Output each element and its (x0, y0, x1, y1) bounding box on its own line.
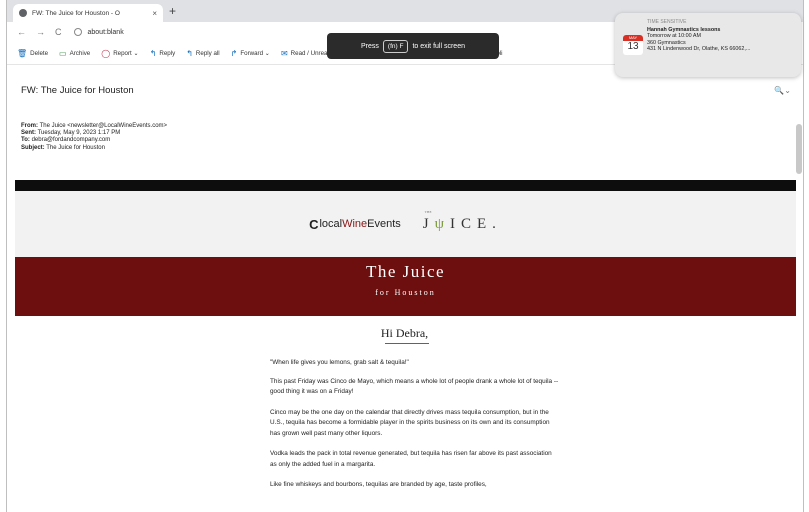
fullscreen-hint-key: (fn) F (382, 39, 409, 53)
newsletter-top-bar (15, 180, 796, 191)
toolbar-label: Archive (69, 50, 91, 57)
to-value: debra@fordandcompany.com (31, 137, 111, 144)
toolbar-report-button[interactable]: ◯ Report ⌄ (101, 49, 138, 58)
sent-label: Sent: (21, 130, 36, 137)
calendar-icon: MAY 13 (623, 35, 643, 55)
trash-icon: 🗑 (17, 49, 28, 58)
the-juice-logo: THE JψICE. (422, 209, 502, 232)
greeting-divider (385, 343, 429, 344)
scrollbar[interactable] (796, 124, 802, 174)
forward-icon: ↱ (230, 49, 238, 58)
greeting: Hi Debra, (380, 326, 429, 340)
toolbar-label: Report ⌄ (113, 50, 139, 57)
body-paragraph: This past Friday was Cinco de Mayo, whic… (270, 377, 559, 396)
report-icon: ◯ (101, 49, 111, 58)
from-value: The Juice <newsletter@LocalWineEvents.co… (39, 123, 168, 129)
forward-icon[interactable]: → (36, 27, 45, 37)
to-label: To: (21, 137, 30, 144)
toolbar-label: Forward ⌄ (240, 50, 270, 57)
zoom-icon[interactable]: 🔍⌄ (774, 86, 791, 95)
notification-kind: TIME SENSITIVE (647, 19, 687, 25)
calendar-notification[interactable]: MAY 13 TIME SENSITIVE Hannah Gymnastics … (615, 13, 801, 77)
browser-tab[interactable]: FW: The Juice for Houston - O × (13, 4, 163, 22)
tab-close-icon[interactable]: × (152, 9, 157, 18)
notification-address: 431 N Lindenwood Dr, Olathe, KS 66062,..… (647, 46, 751, 52)
body-paragraph: Like fine whiskeys and bourbons, tequila… (270, 481, 487, 488)
toolbar-reply-all-button[interactable]: ↰ Reply all (186, 49, 219, 58)
fullscreen-hint-before: Press (361, 42, 379, 50)
toolbar-reply-button[interactable]: ↰ Reply (150, 49, 176, 58)
newsletter-banner: The Juice for Houston (15, 257, 796, 316)
from-label: From: (21, 123, 38, 129)
message-header: From: The Juice <newsletter@LocalWineEve… (21, 123, 167, 152)
sent-value: Tuesday, May 9, 2023 1:17 PM (37, 130, 121, 137)
toolbar-label: Read / Unread (290, 50, 331, 57)
sprig-icon: ψ (434, 215, 451, 232)
archive-icon: ▭ (59, 49, 67, 58)
new-tab-icon[interactable]: + (169, 4, 176, 18)
back-icon[interactable]: ← (17, 27, 26, 37)
reply-icon: ↰ (149, 49, 157, 58)
toolbar-envelope-button[interactable]: ✉ Read / Unread (281, 49, 331, 58)
toolbar-forward-button[interactable]: ↱ Forward ⌄ (231, 49, 270, 58)
newsletter-body: "When life gives you lemons, grab salt &… (270, 358, 560, 501)
message-subject: FW: The Juice for Houston (21, 85, 134, 96)
toolbar-trash-button[interactable]: 🗑 Delete (17, 49, 48, 58)
body-paragraph: Vodka leads the pack in total revenue ge… (270, 450, 552, 468)
fullscreen-hint: Press (fn) F to exit full screen (327, 33, 499, 59)
banner-title: The Juice (365, 262, 446, 281)
fullscreen-hint-after: to exit full screen (412, 42, 465, 50)
toolbar-label: Reply all (195, 50, 220, 57)
localwineevents-logo[interactable]: Clocal Wine Events (309, 217, 401, 232)
subject-value: The Juice for Houston (46, 144, 105, 151)
url-field[interactable]: about:blank (88, 29, 124, 36)
site-info-icon[interactable] (73, 28, 82, 36)
toolbar-archive-button[interactable]: ▭ Archive (59, 49, 90, 58)
banner-subtitle: for Houston (375, 288, 436, 297)
favicon-icon (19, 9, 27, 17)
envelope-icon: ✉ (280, 49, 288, 58)
toolbar-label: Delete (30, 50, 49, 57)
reload-icon[interactable]: C (55, 27, 62, 37)
reply-all-icon: ↰ (186, 49, 193, 58)
body-paragraph: "When life gives you lemons, grab salt &… (270, 359, 409, 366)
toolbar-label: Reply (159, 50, 176, 57)
body-paragraph: Cinco may be the one day on the calendar… (270, 408, 550, 437)
subject-label: Subject: (21, 144, 45, 151)
newsletter-logo-area: Clocal Wine Events THE JψICE. (15, 191, 796, 257)
tab-title: FW: The Juice for Houston - O (32, 9, 120, 17)
